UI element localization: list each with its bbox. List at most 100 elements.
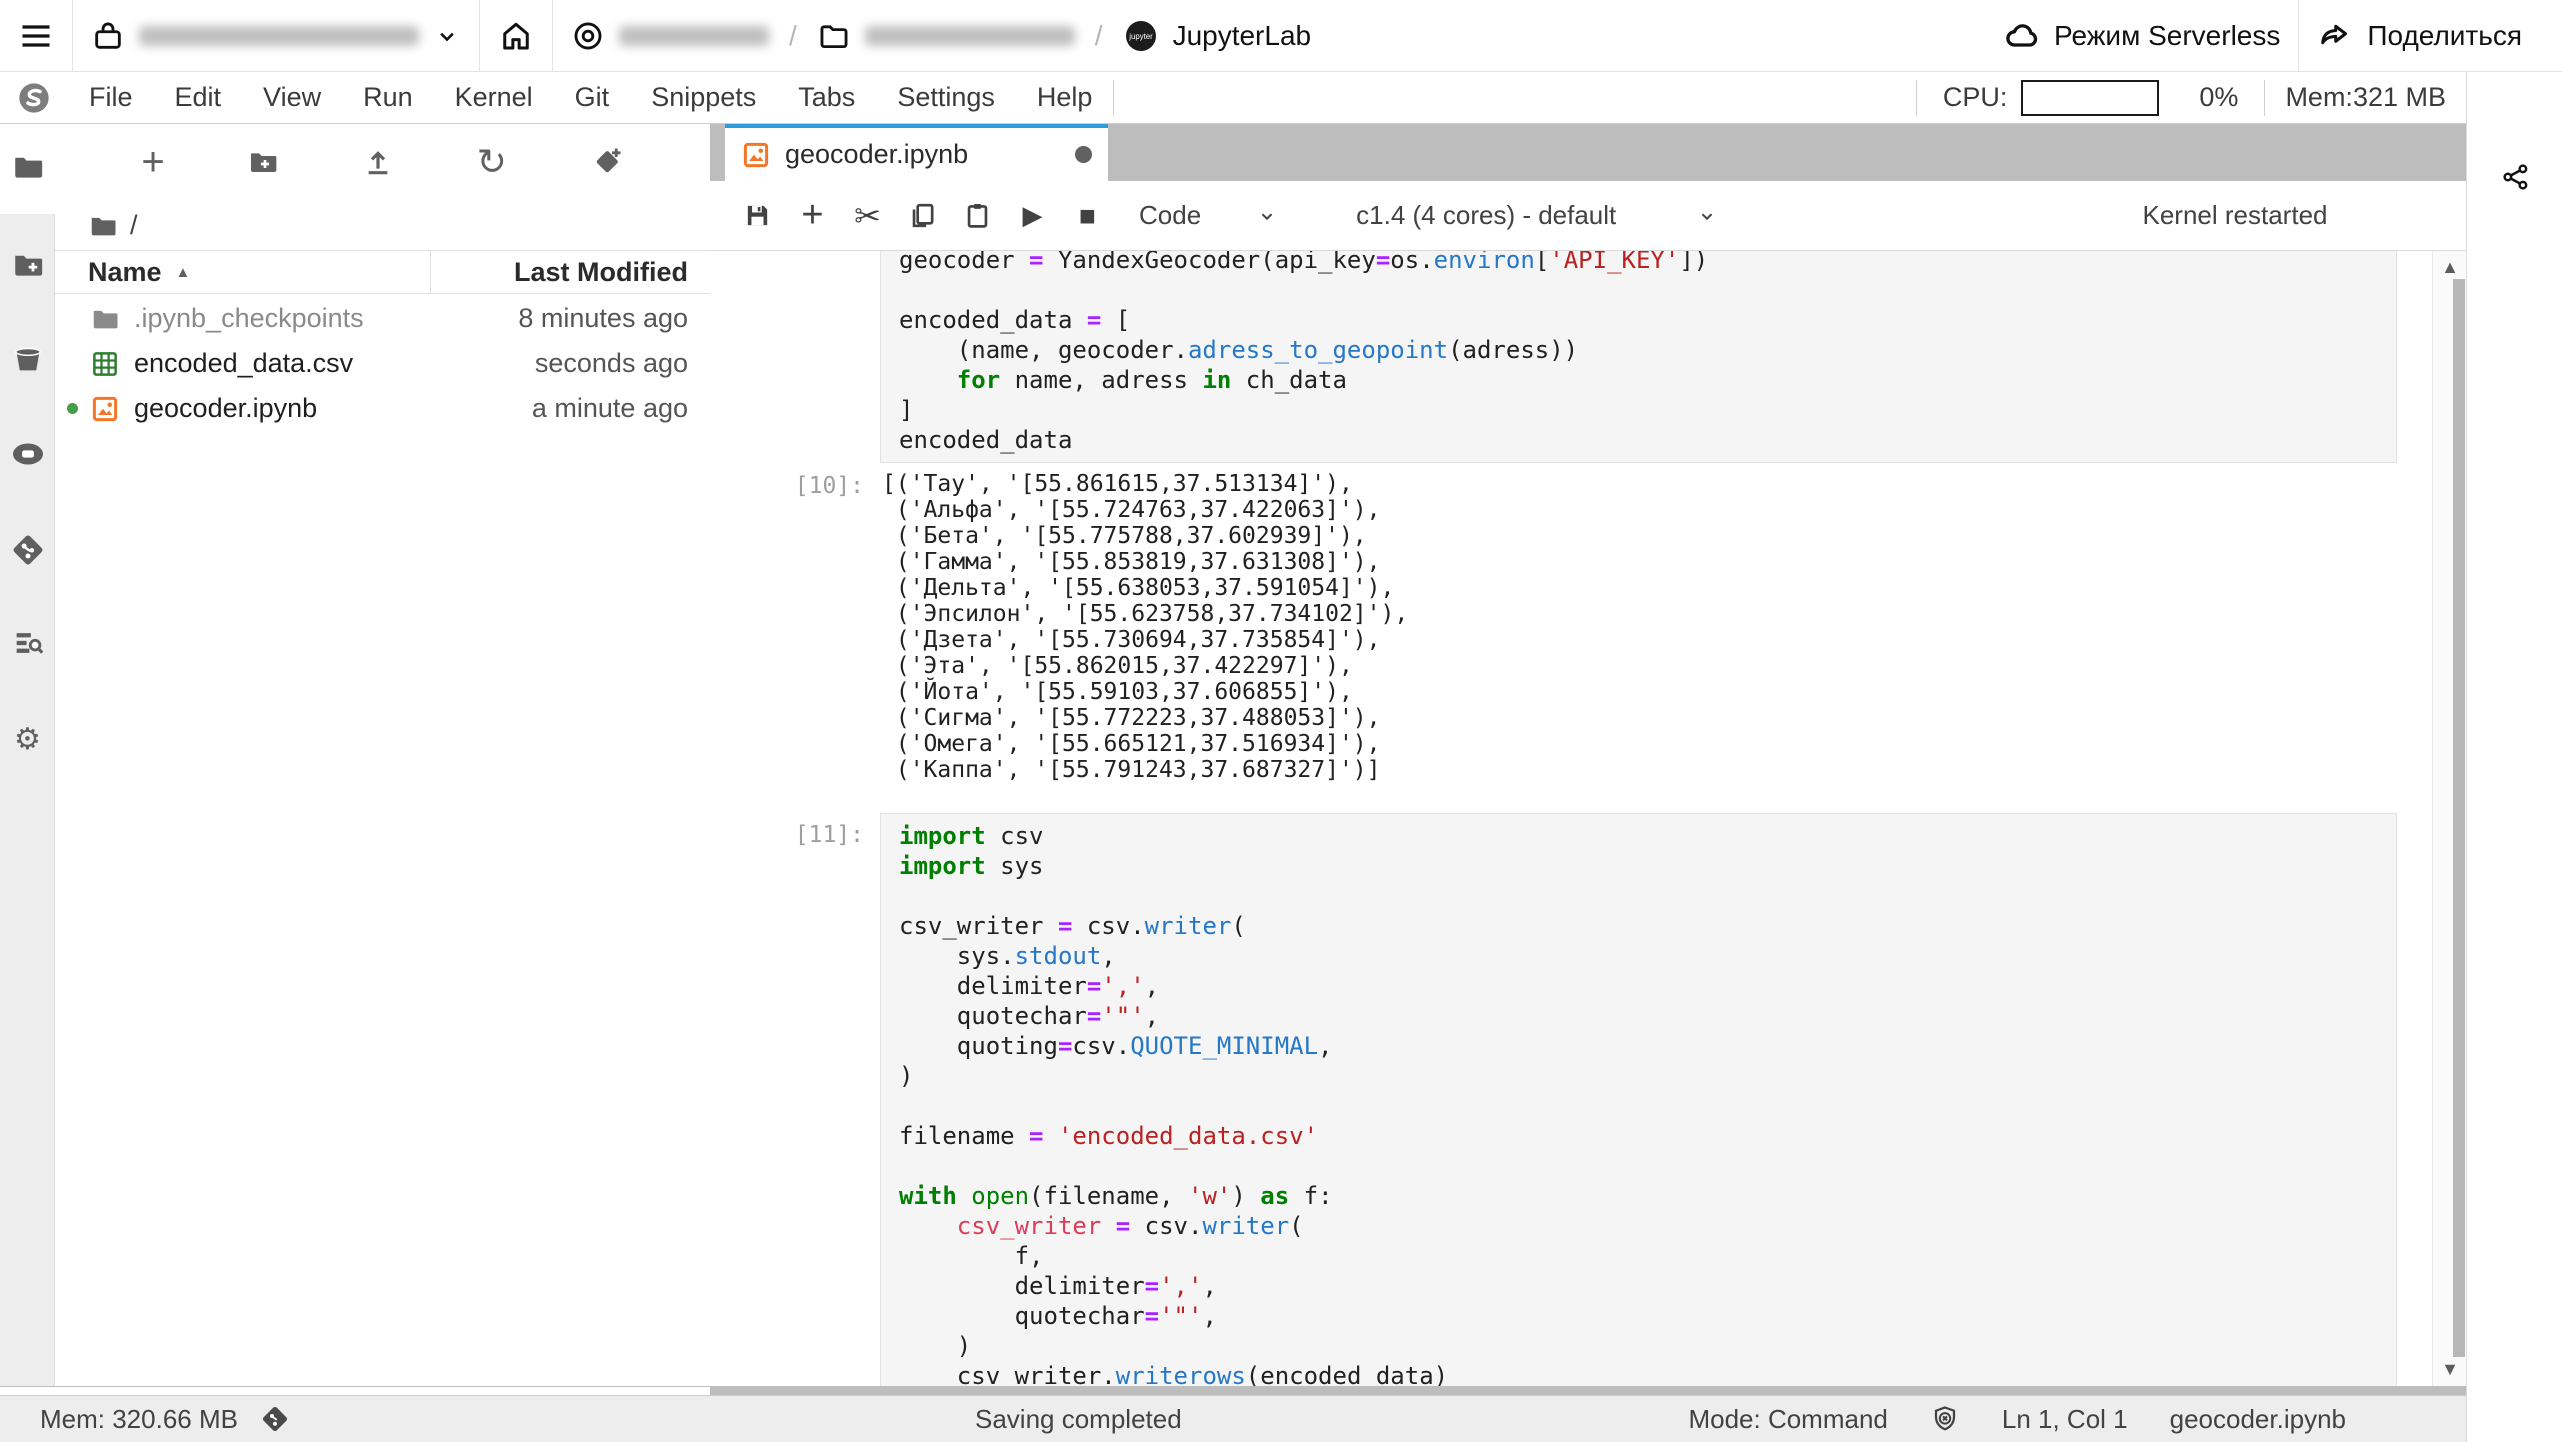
jupyterlab-window: / / jupyter JupyterLab Режим Serverless [0,0,2562,1442]
menu-view[interactable]: View [242,72,342,123]
notebook-file-icon [88,394,122,424]
home-button[interactable] [480,0,552,71]
file-modified: a minute ago [531,393,688,423]
sidebar-tab-inspector[interactable] [0,626,55,660]
code-cell[interactable]: geocoder = YandexGeocoder(api_key=os.env… [710,251,2432,463]
git-clone-icon [596,148,621,173]
upload-icon [368,151,388,175]
dock-tab-bar: geocoder.ipynb [710,124,2466,181]
active-file-name: geocoder.ipynb [2169,1403,2346,1434]
refresh-button[interactable]: ↻ [477,142,507,183]
unsaved-changes-dot[interactable] [1075,146,1092,163]
git-status-icon[interactable] [260,1404,290,1434]
save-icon [747,205,768,226]
menu-file[interactable]: File [68,72,154,123]
connections-button[interactable] [2501,162,2531,192]
bag-icon [95,22,121,49]
column-last-modified[interactable]: Last Modified [431,257,710,288]
sidebar-tab-running-kernels[interactable] [0,436,55,472]
path-label: / [130,210,138,240]
sidebar-tab-storage[interactable] [0,342,55,376]
menu-items: File Edit View Run Kernel Git Snippets T… [68,72,1115,123]
notebook-file-icon [743,142,769,167]
catalog-selector[interactable] [73,0,479,71]
file-row-ipynb-checkpoints[interactable]: .ipynb_checkpoints 8 minutes ago [55,296,710,341]
cell-type-value: Code [1139,200,1202,230]
cell-editor[interactable]: import csv import sys csv_writer = csv.wr… [880,813,2397,1386]
share-arrow-icon [2321,24,2348,44]
sidebar-tab-git[interactable] [0,532,55,568]
cpu-input[interactable] [2021,79,2160,116]
file-browser-breadcrumb[interactable]: / [88,210,138,241]
new-folder-button[interactable] [247,146,279,178]
organization-icon [574,22,602,49]
resource-monitor: CPU: 0% Mem:321 MB [1915,72,2466,123]
share-nodes-icon [2503,164,2528,190]
upload-button[interactable] [362,146,394,178]
redacted-catalog-name [139,25,419,46]
kernel-select[interactable]: c1.4 (4 cores) - default [1332,200,1742,231]
notebook-scrollbar[interactable]: ▲ ▼ [2432,251,2466,1386]
paste-cells-button[interactable] [950,201,1005,230]
interrupt-kernel-button[interactable]: ■ [1060,200,1115,232]
cell-output: [('Тау', '[55.861615,37.513134]'), ('Аль… [882,471,1409,783]
folder-icon [88,304,122,334]
app-title: JupyterLab [1172,19,1312,51]
menu-git[interactable]: Git [554,72,631,123]
document-search-icon [16,633,43,654]
cut-cells-button[interactable]: ✂ [840,197,895,235]
hamburger-icon [22,24,50,47]
panel-bottom-edge [0,1386,710,1395]
file-name: encoded_data.csv [134,348,354,378]
column-name[interactable]: Name ▲ [55,257,385,288]
sidebar-tab-settings[interactable]: ⚙ [0,722,55,757]
root-folder-icon [91,217,116,235]
project-folder-icon [820,24,848,48]
redacted-org-name [619,25,769,46]
copy-cells-button[interactable] [895,201,950,230]
file-modified: seconds ago [534,348,688,378]
cell-type-select[interactable]: Code [1115,200,1302,231]
git-clone-button[interactable] [590,145,624,179]
datasphere-logo-icon [19,82,49,113]
left-activity-bar: ⚙ [0,124,55,1395]
file-row-geocoder-ipynb[interactable]: geocoder.ipynb a minute ago [55,386,710,431]
menu-tabs[interactable]: Tabs [777,72,876,123]
mode-indicator[interactable]: Mode: Command [1688,1404,1887,1435]
file-row-encoded-data-csv[interactable]: encoded_data.csv seconds ago [55,341,710,386]
right-sidebar [2466,72,2562,1442]
add-cell-button[interactable]: + [785,194,840,237]
gears-icon: ⚙ [14,723,41,756]
menu-kernel[interactable]: Kernel [434,72,554,123]
sidebar-tab-new-dataset[interactable] [0,248,55,282]
menu-snippets[interactable]: Snippets [630,72,777,123]
cursor-position[interactable]: Ln 1, Col 1 [2002,1404,2128,1435]
paste-icon [967,204,988,228]
new-launcher-button[interactable]: + [141,140,164,185]
code-cell[interactable]: [11]: import csv import sys csv_writer = c… [710,813,2432,1386]
save-button[interactable] [730,201,785,230]
notebook-cells[interactable]: geocoder = YandexGeocoder(api_key=os.env… [710,251,2432,1386]
scrollbar-thumb[interactable] [2453,279,2465,1357]
git-icon [13,535,42,565]
menu-settings[interactable]: Settings [876,72,1016,123]
tab-geocoder-ipynb[interactable]: geocoder.ipynb [725,124,1108,181]
breadcrumb-separator: / [1094,19,1103,51]
share-button[interactable]: Поделиться [2299,0,2562,71]
trust-shield-icon[interactable] [1930,1404,1960,1434]
sidebar-tab-files[interactable] [0,150,55,184]
output-cell[interactable]: [10]: [('Тау', '[55.861615,37.513134]'), … [710,471,2432,783]
menu-help[interactable]: Help [1016,72,1114,123]
scroll-up-arrow[interactable]: ▲ [2433,257,2467,278]
run-cell-button[interactable]: ▶ [1005,200,1060,231]
divider [1113,79,1115,116]
hamburger-menu-button[interactable] [0,0,72,71]
serverless-mode-button[interactable]: Режим Serverless [1986,0,2298,71]
csv-file-icon [88,349,122,379]
menu-run[interactable]: Run [342,72,434,123]
kernel-name: c1.4 (4 cores) - default [1356,200,1617,230]
menu-edit[interactable]: Edit [154,72,243,123]
chevron-down-icon [440,32,454,41]
scroll-down-arrow[interactable]: ▼ [2433,1359,2467,1380]
cell-editor[interactable]: geocoder = YandexGeocoder(api_key=os.env… [880,251,2397,463]
